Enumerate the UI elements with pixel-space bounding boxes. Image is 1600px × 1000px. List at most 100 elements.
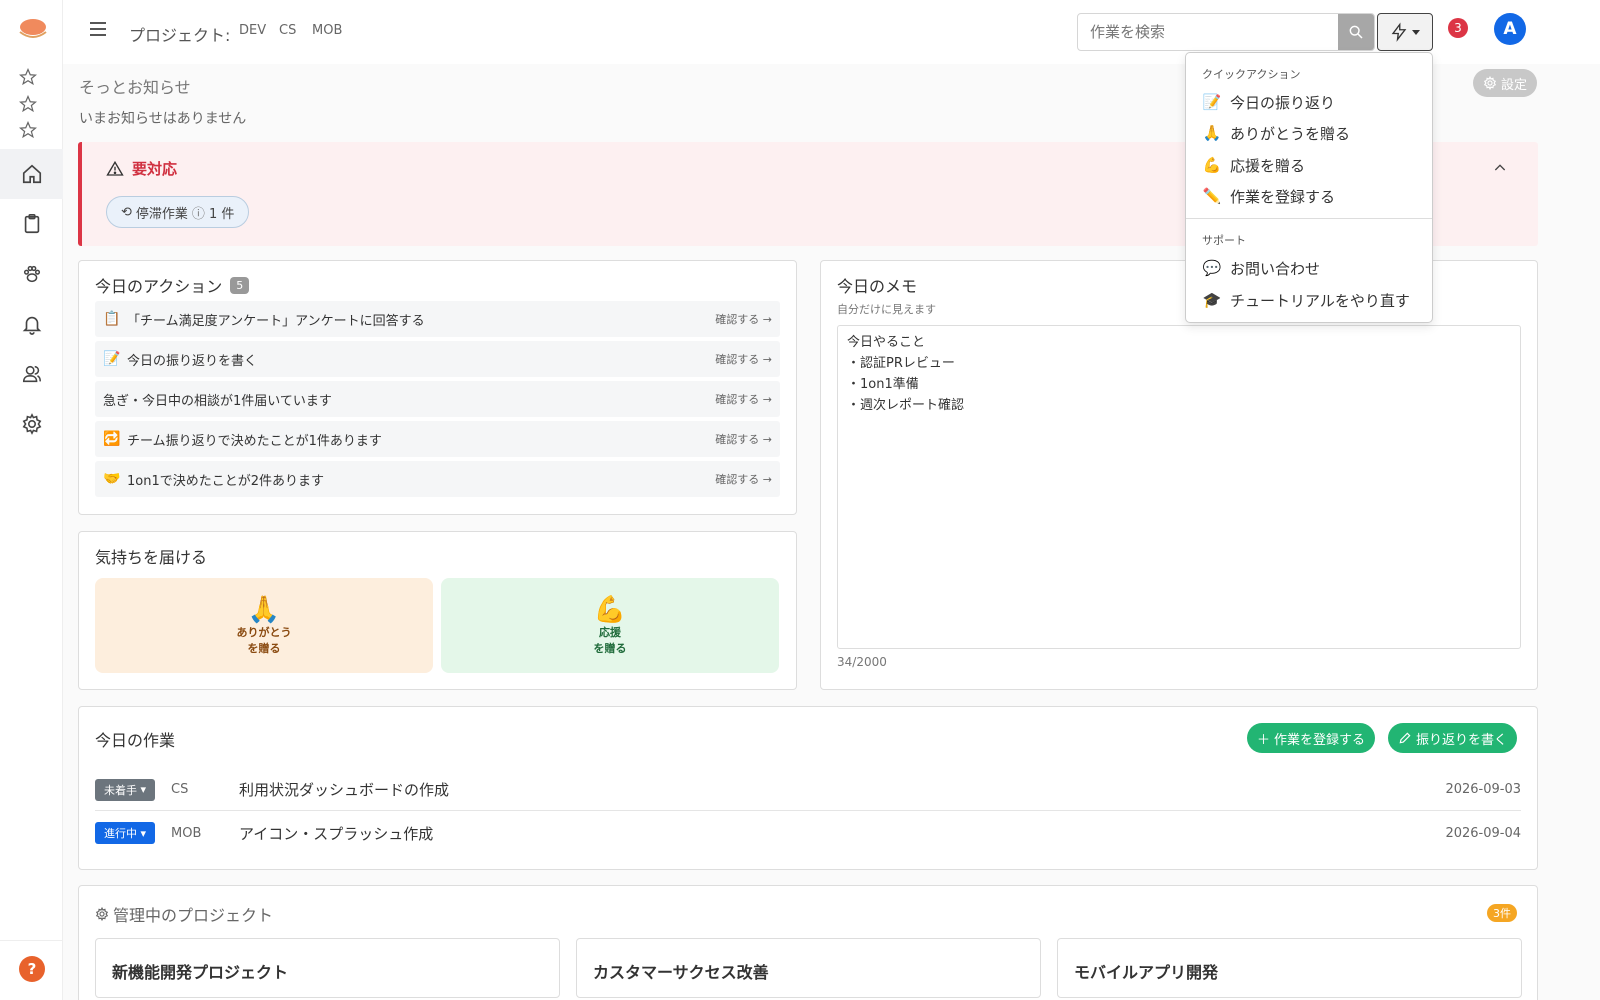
- speech-bubble-emoji-icon: 💬: [1202, 259, 1222, 277]
- gear-icon: [95, 907, 109, 921]
- notice-settings-button[interactable]: 設定: [1473, 69, 1537, 97]
- nav-notifications[interactable]: [0, 299, 63, 349]
- chip-count: 1 件: [208, 206, 235, 222]
- project-card-title: モバイルアプリ開発: [1074, 963, 1219, 982]
- notice-title: そっとお知らせ: [79, 78, 191, 97]
- status-dropdown[interactable]: 進行中 ▾: [95, 822, 155, 844]
- managed-title-text: 管理中のプロジェクト: [113, 906, 274, 925]
- confirm-link[interactable]: 確認する →: [715, 351, 772, 367]
- memo-subtitle: 自分だけに見えます: [837, 303, 936, 316]
- menu-item-label: お問い合わせ: [1230, 259, 1321, 278]
- favorite-star-icon[interactable]: [18, 94, 38, 113]
- managed-projects-card: 管理中のプロジェクト 3件 新機能開発プロジェクト カスタマーサクセス改善 モバ…: [78, 885, 1538, 1000]
- write-reflection-button[interactable]: 振り返りを書く: [1388, 723, 1518, 753]
- register-task-button[interactable]: ＋ 作業を登録する: [1247, 723, 1376, 753]
- nav-tasks[interactable]: [0, 199, 63, 249]
- action-item[interactable]: 📋 「チーム満足度アンケート」アンケートに回答する 確認する →: [95, 301, 780, 337]
- send-cheer-button[interactable]: 💪 応援 を贈る: [441, 578, 779, 673]
- confirm-link[interactable]: 確認する →: [715, 471, 772, 487]
- menu-item-tutorial[interactable]: 🎓 チュートリアルをやり直す: [1202, 286, 1422, 314]
- sidebar-divider: [0, 940, 63, 941]
- warning-icon: [106, 160, 124, 176]
- confirm-link[interactable]: 確認する →: [715, 391, 772, 407]
- collapse-button[interactable]: [1492, 160, 1508, 180]
- quick-action-dropdown: クイックアクション 📝 今日の振り返り 🙏 ありがとうを贈る 💪 応援を贈る ✏…: [1185, 52, 1433, 323]
- status-label: 進行中: [103, 827, 137, 840]
- cheer-label-2: を贈る: [593, 641, 627, 655]
- quick-action-button[interactable]: [1377, 13, 1433, 51]
- stalled-tasks-chip[interactable]: ⟲ 停滞作業 ⓘ 1 件: [106, 196, 250, 228]
- confirm-link[interactable]: 確認する →: [715, 311, 772, 327]
- write-reflection-label: 振り返りを書く: [1416, 732, 1508, 748]
- menu-item-label: ありがとうを贈る: [1230, 124, 1351, 143]
- nav-paw[interactable]: [0, 249, 63, 299]
- task-name[interactable]: 利用状況ダッシュボードの作成: [239, 779, 1445, 800]
- action-text: 今日の振り返りを書く: [127, 353, 258, 369]
- feelings-title: 気持ちを届ける: [95, 548, 208, 567]
- today-tasks-card: 今日の作業 ＋ 作業を登録する 振り返りを書く 未着手 ▾ CS 利用状況ダッシ…: [78, 706, 1538, 870]
- project-tag-cs[interactable]: CS: [279, 23, 296, 38]
- action-item[interactable]: 🔁 チーム振り返りで決めたことが1件あります 確認する →: [95, 421, 780, 457]
- plus-icon: ＋: [1257, 732, 1271, 748]
- favorite-star-icon[interactable]: [18, 120, 38, 139]
- action-text: チーム振り返りで決めたことが1件あります: [127, 433, 382, 449]
- project-tag-mob[interactable]: MOB: [312, 23, 342, 38]
- favorite-star-icon[interactable]: [18, 67, 38, 86]
- status-dropdown[interactable]: 未着手 ▾: [95, 778, 155, 801]
- task-row[interactable]: 進行中 ▾ MOB アイコン・スプラッシュ作成 2026-09-04: [95, 812, 1521, 854]
- task-row[interactable]: 未着手 ▾ CS 利用状況ダッシュボードの作成 2026-09-03: [95, 769, 1521, 811]
- managed-count-badge: 3件: [1487, 904, 1517, 922]
- alert-title: 要対応: [106, 158, 177, 179]
- quick-action-header: クイックアクション: [1202, 68, 1301, 81]
- search-input[interactable]: [1078, 14, 1334, 50]
- caret-down-icon: [1412, 29, 1420, 35]
- register-task-label: 作業を登録する: [1274, 732, 1366, 748]
- project-card[interactable]: 新機能開発プロジェクト: [95, 938, 560, 998]
- gear-icon: [22, 413, 41, 435]
- send-feelings-card: 気持ちを届ける 🙏 ありがとう を贈る 💪 応援 を贈る: [78, 531, 797, 690]
- menu-item-send-thanks[interactable]: 🙏 ありがとうを贈る: [1202, 119, 1422, 147]
- pencil-emoji-icon: ✏️: [1202, 187, 1222, 205]
- user-avatar[interactable]: A: [1494, 13, 1526, 45]
- project-card-title: 新機能開発プロジェクト: [112, 963, 289, 982]
- task-date: 2026-09-04: [1445, 825, 1521, 841]
- nav-settings[interactable]: [0, 399, 63, 449]
- task-name[interactable]: アイコン・スプラッシュ作成: [239, 823, 1445, 844]
- memo-textarea[interactable]: 今日やること ・認証PRレビュー ・1on1準備 ・週次レポート確認: [837, 325, 1521, 649]
- menu-item-reflection[interactable]: 📝 今日の振り返り: [1202, 88, 1422, 116]
- clipboard-icon: [24, 214, 39, 234]
- nav-team[interactable]: [0, 349, 63, 399]
- project-card[interactable]: カスタマーサクセス改善: [576, 938, 1041, 998]
- confirm-link[interactable]: 確認する →: [715, 431, 772, 447]
- pray-emoji-icon: 🙏: [1202, 124, 1222, 142]
- lightning-icon: [1391, 22, 1407, 42]
- action-item[interactable]: 📝 今日の振り返りを書く 確認する →: [95, 341, 780, 377]
- action-item[interactable]: 急ぎ・今日中の相談が1件届いています 確認する →: [95, 381, 780, 417]
- menu-item-register-task[interactable]: ✏️ 作業を登録する: [1202, 182, 1422, 210]
- menu-item-label: 作業を登録する: [1230, 187, 1336, 206]
- search-button[interactable]: [1338, 14, 1374, 50]
- send-thanks-button[interactable]: 🙏 ありがとう を贈る: [95, 578, 433, 673]
- actions-count-badge: 5: [230, 276, 250, 294]
- app-logo[interactable]: [18, 18, 48, 42]
- nav-home[interactable]: [0, 149, 63, 199]
- chevron-up-icon: [1494, 164, 1506, 171]
- project-card[interactable]: モバイルアプリ開発: [1057, 938, 1522, 998]
- today-memo-card: 今日のメモ 自分だけに見えます 今日やること ・認証PRレビュー ・1on1準備…: [820, 260, 1538, 690]
- menu-icon[interactable]: [89, 20, 109, 40]
- help-circle-icon: ⓘ: [191, 206, 205, 222]
- project-label: プロジェクト:: [129, 26, 231, 45]
- card-title: 今日のアクション 5: [95, 273, 250, 297]
- menu-item-label: チュートリアルをやり直す: [1230, 291, 1410, 310]
- menu-item-contact[interactable]: 💬 お問い合わせ: [1202, 254, 1422, 282]
- help-button[interactable]: ?: [19, 956, 45, 982]
- menu-item-send-cheer[interactable]: 💪 応援を贈る: [1202, 151, 1422, 179]
- pencil-icon: [1399, 732, 1411, 744]
- settings-label: 設定: [1500, 77, 1527, 93]
- project-tag-dev[interactable]: DEV: [239, 23, 266, 38]
- thanks-label-2: を贈る: [247, 641, 281, 655]
- actions-title: 今日のアクション: [95, 277, 223, 296]
- notification-badge[interactable]: 3: [1448, 18, 1468, 38]
- action-item[interactable]: 🤝 1on1で決めたことが2件あります 確認する →: [95, 461, 780, 497]
- managed-title: 管理中のプロジェクト: [95, 902, 273, 926]
